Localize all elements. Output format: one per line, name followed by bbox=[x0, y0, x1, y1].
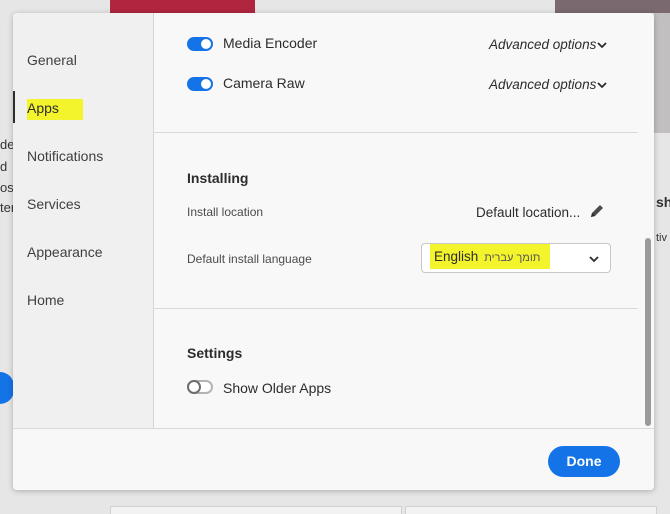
camera-raw-label: Camera Raw bbox=[223, 75, 305, 91]
section-divider bbox=[154, 132, 638, 133]
install-location-label: Install location bbox=[187, 205, 264, 219]
content-scrollbar[interactable] bbox=[645, 238, 651, 426]
chevron-down-icon[interactable] bbox=[596, 39, 608, 51]
active-nav-indicator bbox=[13, 91, 15, 123]
show-older-apps-toggle[interactable] bbox=[187, 380, 213, 394]
install-language-value: English תומך עברית bbox=[430, 244, 551, 269]
sidebar-item-home[interactable]: Home bbox=[27, 292, 64, 308]
install-language-select[interactable]: English תומך עברית bbox=[421, 243, 611, 273]
background-text-right-2: tiv bbox=[656, 232, 667, 244]
background-thumbnail-right bbox=[555, 0, 670, 13]
dialog-footer: Done bbox=[13, 428, 654, 490]
sidebar-item-notifications[interactable]: Notifications bbox=[27, 148, 103, 164]
background-blue-button bbox=[0, 372, 14, 404]
done-button[interactable]: Done bbox=[548, 446, 620, 477]
media-encoder-toggle[interactable] bbox=[187, 37, 213, 51]
installing-title: Installing bbox=[187, 170, 249, 186]
camera-raw-toggle[interactable] bbox=[187, 77, 213, 91]
sidebar-item-apps[interactable]: Apps bbox=[27, 99, 83, 120]
section-divider bbox=[154, 308, 638, 309]
install-location-value[interactable]: Default location... bbox=[476, 205, 580, 220]
default-install-language-label: Default install language bbox=[187, 252, 312, 266]
media-encoder-label: Media Encoder bbox=[223, 35, 318, 51]
background-thumbnail-left bbox=[110, 0, 255, 13]
background-text-right-1: sh bbox=[656, 194, 670, 210]
sidebar-item-apps-label: Apps bbox=[27, 99, 65, 120]
media-encoder-advanced-options[interactable]: Advanced options bbox=[489, 37, 596, 52]
sidebar-item-general[interactable]: General bbox=[27, 52, 77, 68]
pencil-icon[interactable] bbox=[589, 203, 605, 219]
background-text-left-2: d bbox=[0, 159, 8, 174]
sidebar: General Apps Notifications Services Appe… bbox=[13, 13, 154, 428]
sidebar-item-services[interactable]: Services bbox=[27, 196, 81, 212]
preferences-dialog: General Apps Notifications Services Appe… bbox=[13, 13, 654, 490]
settings-title: Settings bbox=[187, 345, 243, 361]
apps-content: Media Encoder Advanced options Camera Ra… bbox=[154, 13, 638, 428]
camera-raw-advanced-options[interactable]: Advanced options bbox=[489, 77, 596, 92]
background-strip-right bbox=[654, 13, 670, 133]
show-older-apps-label: Show Older Apps bbox=[223, 380, 332, 396]
chevron-down-icon bbox=[589, 256, 599, 263]
sidebar-item-appearance[interactable]: Appearance bbox=[27, 244, 103, 260]
chevron-down-icon[interactable] bbox=[596, 79, 608, 91]
